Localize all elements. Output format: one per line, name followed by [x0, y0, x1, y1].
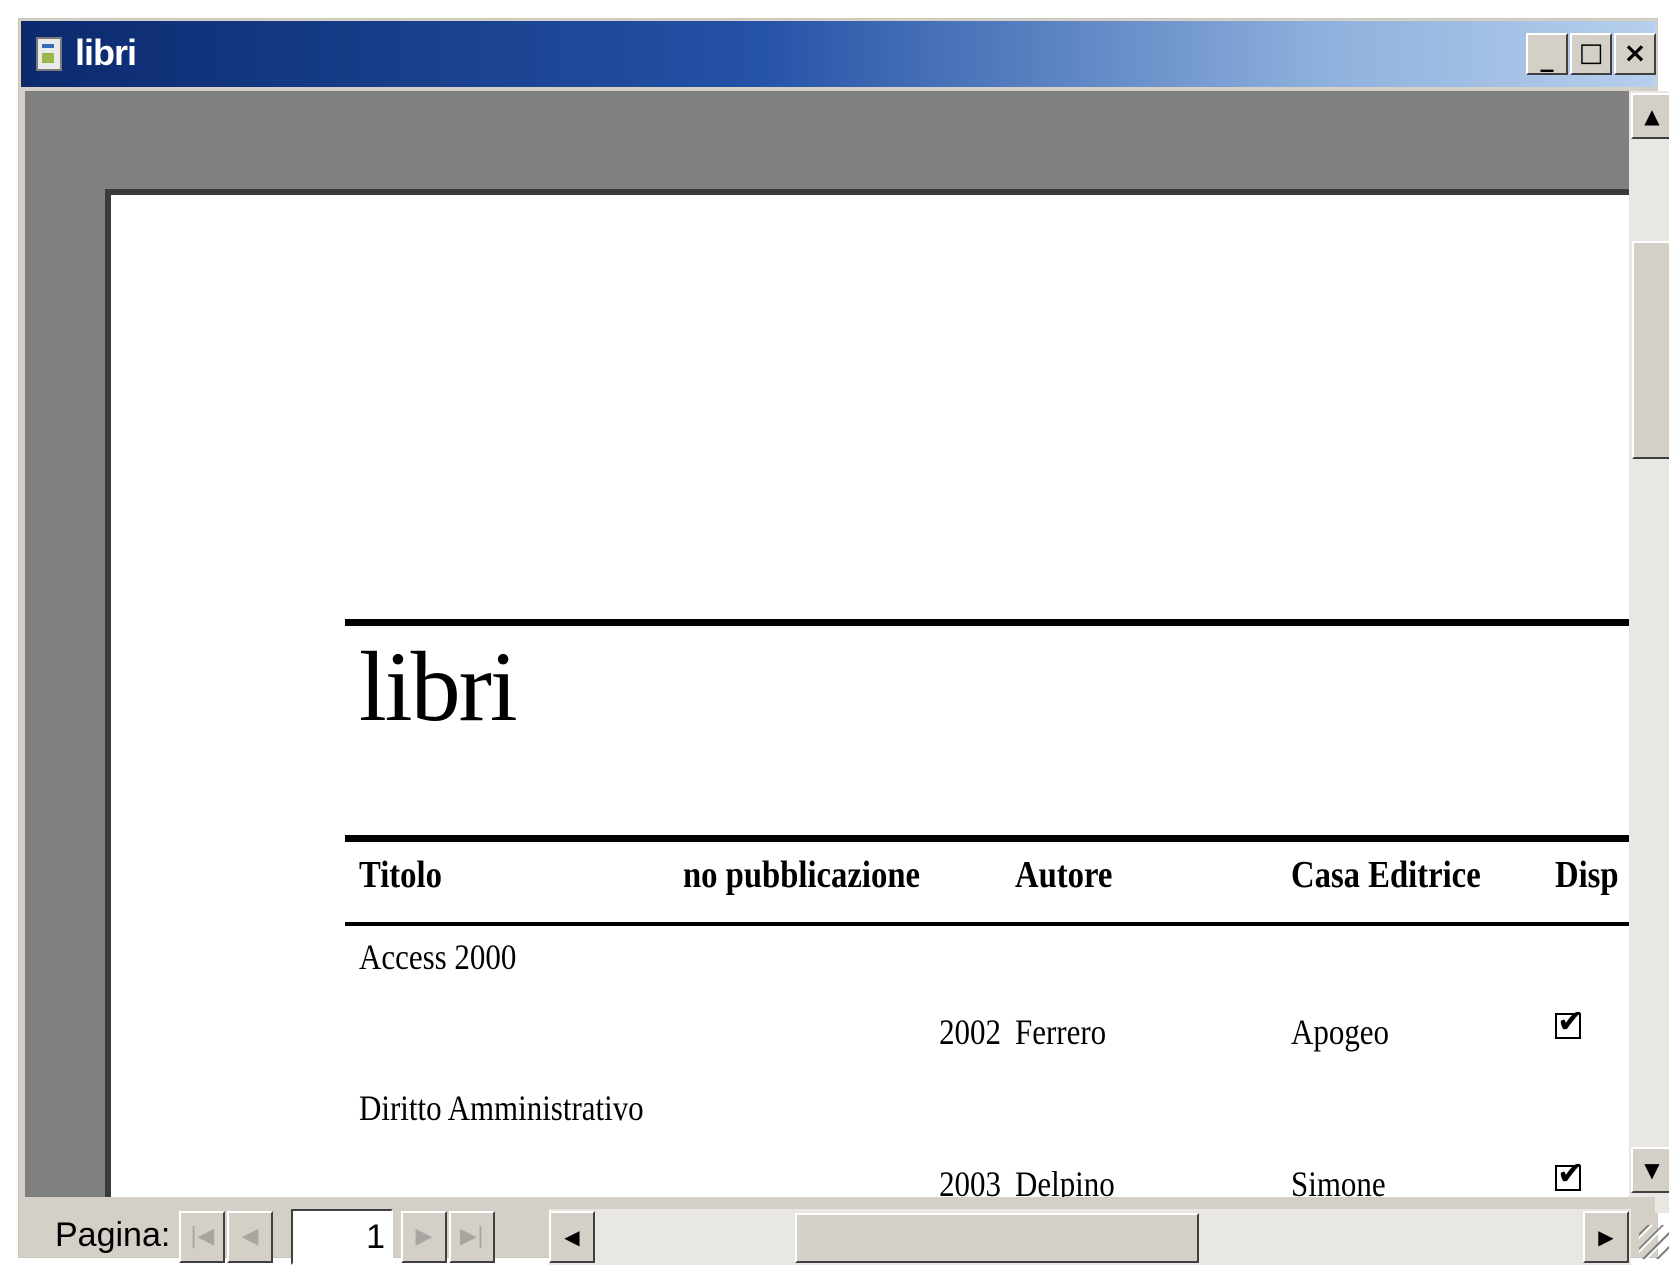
record-title: Access 2000	[359, 937, 517, 977]
next-page-button[interactable]: ▶	[401, 1211, 447, 1263]
scroll-left-button[interactable]: ◀	[549, 1211, 595, 1263]
report-title: libri	[359, 631, 518, 742]
column-header-anno-pubblicazione: no pubblicazione	[683, 854, 920, 896]
checkmark-icon: ✔	[1557, 1154, 1584, 1192]
record-available-checkbox: ✔	[1555, 1005, 1584, 1039]
title-rule	[345, 619, 1629, 626]
record-available-checkbox: ✔	[1555, 1157, 1584, 1191]
page-label: Pagina:	[55, 1216, 171, 1254]
column-header-titolo: Titolo	[359, 854, 442, 896]
close-button[interactable]: ×	[1614, 33, 1656, 75]
preview-area: libri Titolo no pubblicazione Autore Cas…	[25, 91, 1629, 1213]
scroll-down-button[interactable]: ▼	[1631, 1147, 1669, 1193]
title-bar[interactable]: libri _ □ ×	[21, 21, 1656, 87]
column-header-autore: Autore	[1015, 854, 1113, 896]
last-page-button[interactable]: ▶|	[449, 1211, 495, 1263]
record-year: 2002	[939, 1012, 1001, 1052]
report-page: libri Titolo no pubblicazione Autore Cas…	[111, 195, 1629, 1213]
scroll-right-button[interactable]: ▶	[1583, 1211, 1629, 1263]
report-window: libri _ □ × libri Titolo no pubblicazion…	[18, 18, 1669, 1265]
scroll-up-button[interactable]: ▲	[1631, 93, 1669, 139]
window-title: libri	[75, 32, 137, 73]
checkmark-icon: ✔	[1557, 1002, 1584, 1040]
first-page-button[interactable]: |◀	[179, 1211, 225, 1263]
maximize-button[interactable]: □	[1570, 33, 1612, 75]
report-icon[interactable]	[36, 37, 62, 71]
column-header-casa-editrice: Casa Editrice	[1291, 854, 1481, 896]
record-publisher: Apogeo	[1291, 1012, 1390, 1052]
previous-page-button[interactable]: ◀	[227, 1211, 273, 1263]
record-author: Ferrero	[1015, 1012, 1107, 1052]
vertical-scroll-thumb[interactable]	[1632, 241, 1669, 459]
column-header-disponibile: Disp	[1555, 854, 1619, 896]
header-rule-bottom	[345, 922, 1629, 926]
header-rule-top	[345, 835, 1629, 842]
minimize-button[interactable]: _	[1526, 33, 1568, 75]
record-title: Diritto Amministrativo	[359, 1088, 644, 1128]
horizontal-scroll-thumb[interactable]	[795, 1213, 1199, 1263]
resize-grip-icon[interactable]	[1639, 1225, 1669, 1259]
page-number-input[interactable]: 1	[291, 1209, 393, 1265]
